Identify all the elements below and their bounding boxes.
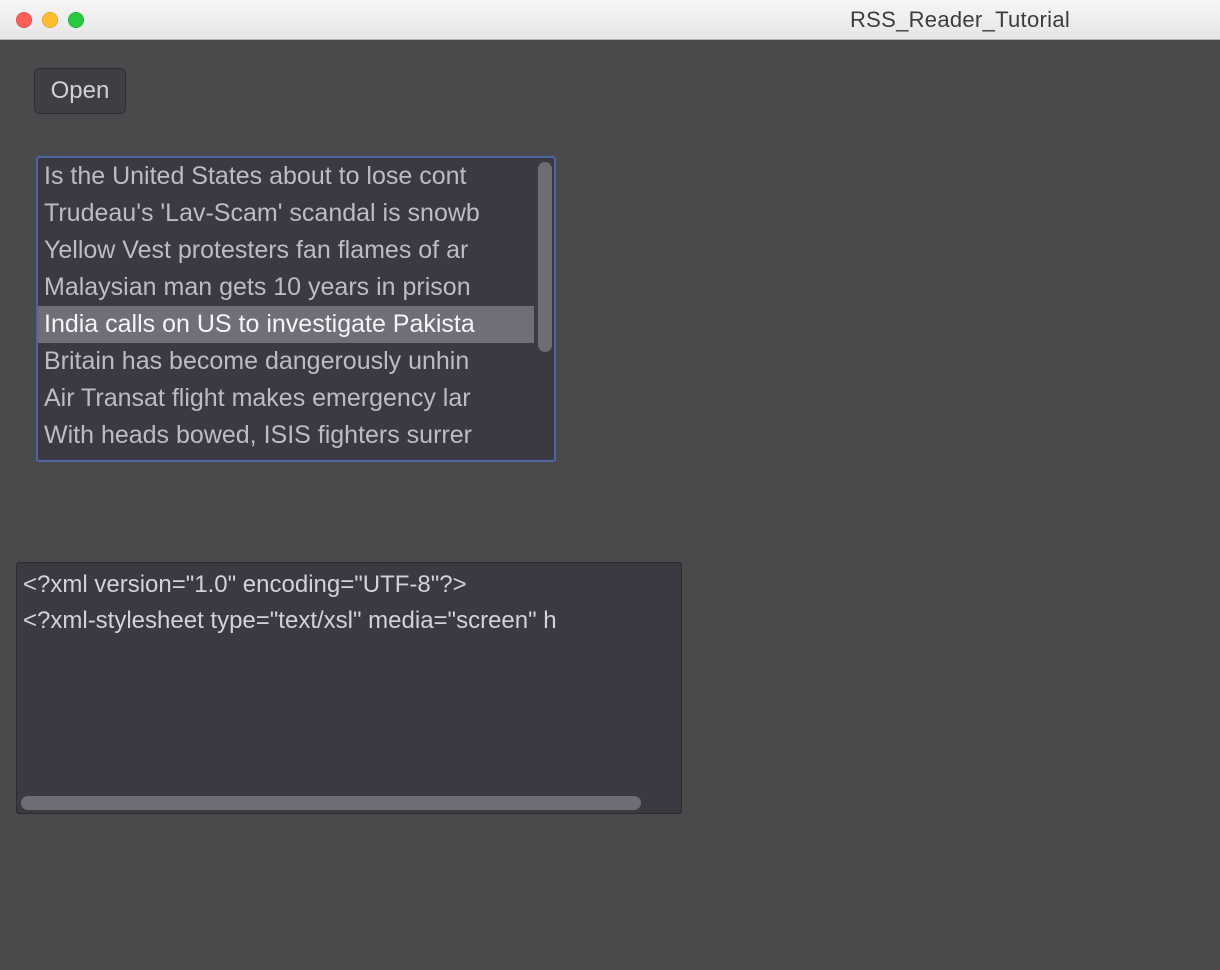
xml-line: <?xml-stylesheet type="text/xsl" media="…: [23, 607, 557, 634]
list-item[interactable]: Air Transat flight makes emergency lar: [38, 380, 534, 417]
list-item[interactable]: Malaysian man gets 10 years in prison: [38, 269, 534, 306]
window-title: RSS_Reader_Tutorial: [0, 0, 1220, 39]
vertical-scrollbar[interactable]: [538, 162, 552, 456]
window-titlebar: RSS_Reader_Tutorial: [0, 0, 1220, 40]
list-item[interactable]: Yellow Vest protesters fan flames of ar: [38, 232, 534, 269]
open-button[interactable]: Open: [34, 68, 126, 114]
xml-textarea[interactable]: <?xml version="1.0" encoding="UTF-8"?> <…: [16, 562, 682, 814]
horizontal-scrollbar-thumb[interactable]: [21, 796, 641, 810]
list-item[interactable]: With heads bowed, ISIS fighters surrer: [38, 417, 534, 454]
list-item-selected[interactable]: India calls on US to investigate Pakista: [38, 306, 534, 343]
headline-listbox[interactable]: Is the United States about to lose cont …: [36, 156, 556, 462]
xml-line: <?xml version="1.0" encoding="UTF-8"?>: [23, 571, 467, 598]
list-item[interactable]: Trudeau's 'Lav-Scam' scandal is snowb: [38, 195, 534, 232]
app-content: Open Is the United States about to lose …: [0, 40, 1220, 970]
headline-list-inner: Is the United States about to lose cont …: [38, 158, 534, 460]
vertical-scrollbar-thumb[interactable]: [538, 162, 552, 352]
horizontal-scrollbar[interactable]: [21, 796, 677, 810]
list-item[interactable]: Britain has become dangerously unhin: [38, 343, 534, 380]
xml-text-content: <?xml version="1.0" encoding="UTF-8"?> <…: [17, 563, 681, 793]
list-item[interactable]: Is the United States about to lose cont: [38, 158, 534, 195]
